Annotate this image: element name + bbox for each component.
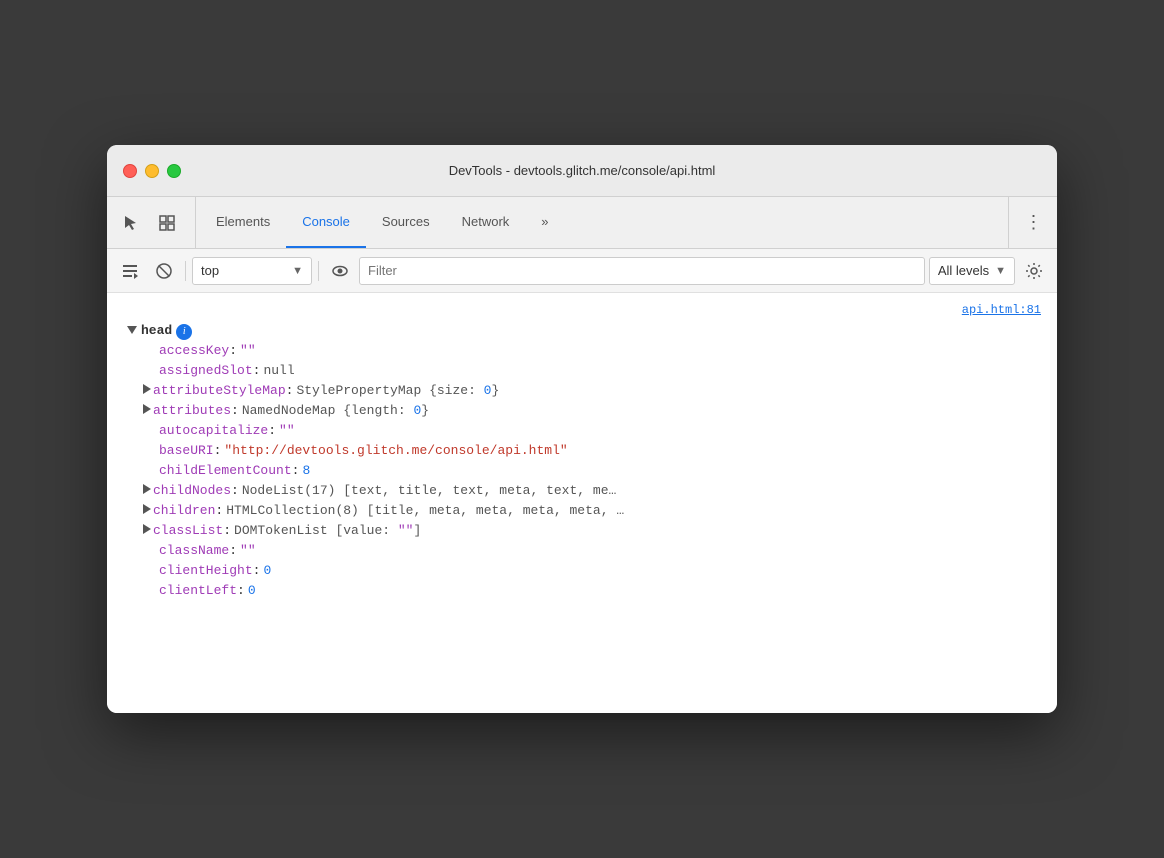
toolbar-divider-1 — [185, 261, 186, 281]
cursor-icon — [122, 214, 140, 232]
collapse-triangle[interactable] — [127, 326, 137, 334]
table-row[interactable]: children: HTMLCollection(8) [title, meta… — [143, 501, 1057, 521]
tab-sources[interactable]: Sources — [366, 197, 446, 248]
console-toolbar: top ▼ All levels ▼ — [107, 249, 1057, 293]
eye-icon — [331, 262, 349, 280]
tab-bar: Elements Console Sources Network » ⋮ — [107, 197, 1057, 249]
expand-triangle[interactable] — [143, 484, 151, 494]
tab-bar-icons — [115, 197, 196, 248]
expand-triangle[interactable] — [143, 384, 151, 394]
ellipsis-icon: ⋮ — [1025, 212, 1042, 233]
context-selector-arrow: ▼ — [292, 265, 303, 277]
tabs: Elements Console Sources Network » — [200, 197, 1008, 248]
more-options-btn[interactable]: ⋮ — [1017, 207, 1049, 239]
table-row: clientLeft: 0 — [143, 581, 1057, 601]
console-content: api.html:81 head i accessKey: "" assigne… — [107, 293, 1057, 713]
table-row[interactable]: attributeStyleMap: StylePropertyMap {siz… — [143, 381, 1057, 401]
object-name: head — [141, 322, 172, 340]
maximize-button[interactable] — [167, 164, 181, 178]
expand-triangle[interactable] — [143, 504, 151, 514]
block-icon — [155, 262, 173, 280]
file-reference[interactable]: api.html:81 — [107, 301, 1057, 321]
toolbar-divider-2 — [318, 261, 319, 281]
expand-triangle[interactable] — [143, 524, 151, 534]
tab-console[interactable]: Console — [286, 197, 366, 248]
block-icon-btn[interactable] — [149, 256, 179, 286]
close-button[interactable] — [123, 164, 137, 178]
table-row: accessKey: "" — [143, 341, 1057, 361]
gear-icon — [1025, 262, 1043, 280]
info-badge[interactable]: i — [176, 324, 192, 340]
tab-elements[interactable]: Elements — [200, 197, 286, 248]
inspect-icon — [158, 214, 176, 232]
table-row[interactable]: classList: DOMTokenList [value: ""] — [143, 521, 1057, 541]
tab-network[interactable]: Network — [446, 197, 526, 248]
title-bar: DevTools - devtools.glitch.me/console/ap… — [107, 145, 1057, 197]
inspect-icon-btn[interactable] — [151, 207, 183, 239]
table-row: baseURI: "http://devtools.glitch.me/cons… — [143, 441, 1057, 461]
tab-more[interactable]: » — [525, 197, 564, 248]
table-row: className: "" — [143, 541, 1057, 561]
table-row[interactable]: attributes: NamedNodeMap {length: 0} — [143, 401, 1057, 421]
cursor-icon-btn[interactable] — [115, 207, 147, 239]
filter-input[interactable] — [359, 257, 925, 285]
context-selector[interactable]: top ▼ — [192, 257, 312, 285]
base-uri-link[interactable]: "http://devtools.glitch.me/console/api.h… — [224, 442, 567, 460]
clear-console-btn[interactable] — [115, 256, 145, 286]
table-row: autocapitalize: "" — [143, 421, 1057, 441]
tab-bar-right: ⋮ — [1008, 197, 1049, 248]
settings-btn[interactable] — [1019, 256, 1049, 286]
expand-spacer — [107, 322, 127, 340]
table-row: childElementCount: 8 — [143, 461, 1057, 481]
table-row[interactable]: childNodes: NodeList(17) [text, title, t… — [143, 481, 1057, 501]
level-selector[interactable]: All levels ▼ — [929, 257, 1015, 285]
table-row: clientHeight: 0 — [143, 561, 1057, 581]
level-selector-arrow: ▼ — [995, 265, 1006, 277]
eye-icon-btn[interactable] — [325, 256, 355, 286]
object-root-row[interactable]: head i — [107, 321, 1057, 341]
traffic-lights — [123, 164, 181, 178]
expand-triangle[interactable] — [143, 404, 151, 414]
table-row: assignedSlot: null — [143, 361, 1057, 381]
minimize-button[interactable] — [145, 164, 159, 178]
devtools-window: DevTools - devtools.glitch.me/console/ap… — [107, 145, 1057, 713]
window-title: DevTools - devtools.glitch.me/console/ap… — [449, 163, 716, 178]
execute-icon — [121, 262, 139, 280]
